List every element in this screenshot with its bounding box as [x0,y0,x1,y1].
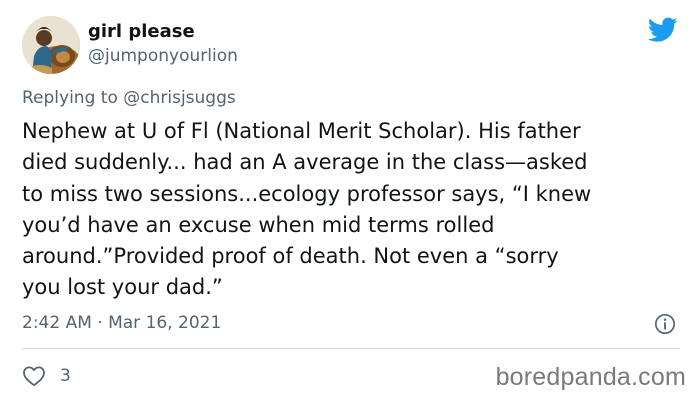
divider [22,348,680,349]
tweet-text-line: to miss two sessions...ecology professor… [22,181,592,206]
tweet-timestamp[interactable]: 2:42 AM · Mar 16, 2021 [22,313,221,333]
like-button[interactable]: 3 [22,364,71,388]
tweet-text-line: Nephew at U of Fl (National Merit Schola… [22,119,581,143]
display-name[interactable]: girl please [88,21,195,42]
user-handle[interactable]: @jumponyourlion [88,46,238,66]
reply-mention-link[interactable]: @chrisjsuggs [123,88,235,108]
tweet-text: Nephew at U of Fl (National Merit Schola… [22,116,686,304]
tweet-text-line: you lost your dad.” [22,275,223,300]
avatar-image [22,16,80,74]
twitter-bird-icon[interactable] [648,17,678,43]
tweet-card: girl please @jumponyourlion Replying to … [0,0,700,402]
tweet-text-line: around.”Provided proof of death. Not eve… [22,244,559,269]
info-icon[interactable] [654,313,676,335]
avatar[interactable] [22,16,80,74]
heart-icon [23,366,45,387]
reply-prefix: Replying to [22,88,118,108]
boredpanda-watermark: boredpanda.com [495,363,686,391]
tweet-text-line: died suddenly... had an A average in the… [22,150,588,175]
reply-context: Replying to @chrisjsuggs [22,88,236,108]
tweet-text-line: you’d have an excuse when mid terms roll… [22,212,495,237]
like-count: 3 [60,366,71,386]
